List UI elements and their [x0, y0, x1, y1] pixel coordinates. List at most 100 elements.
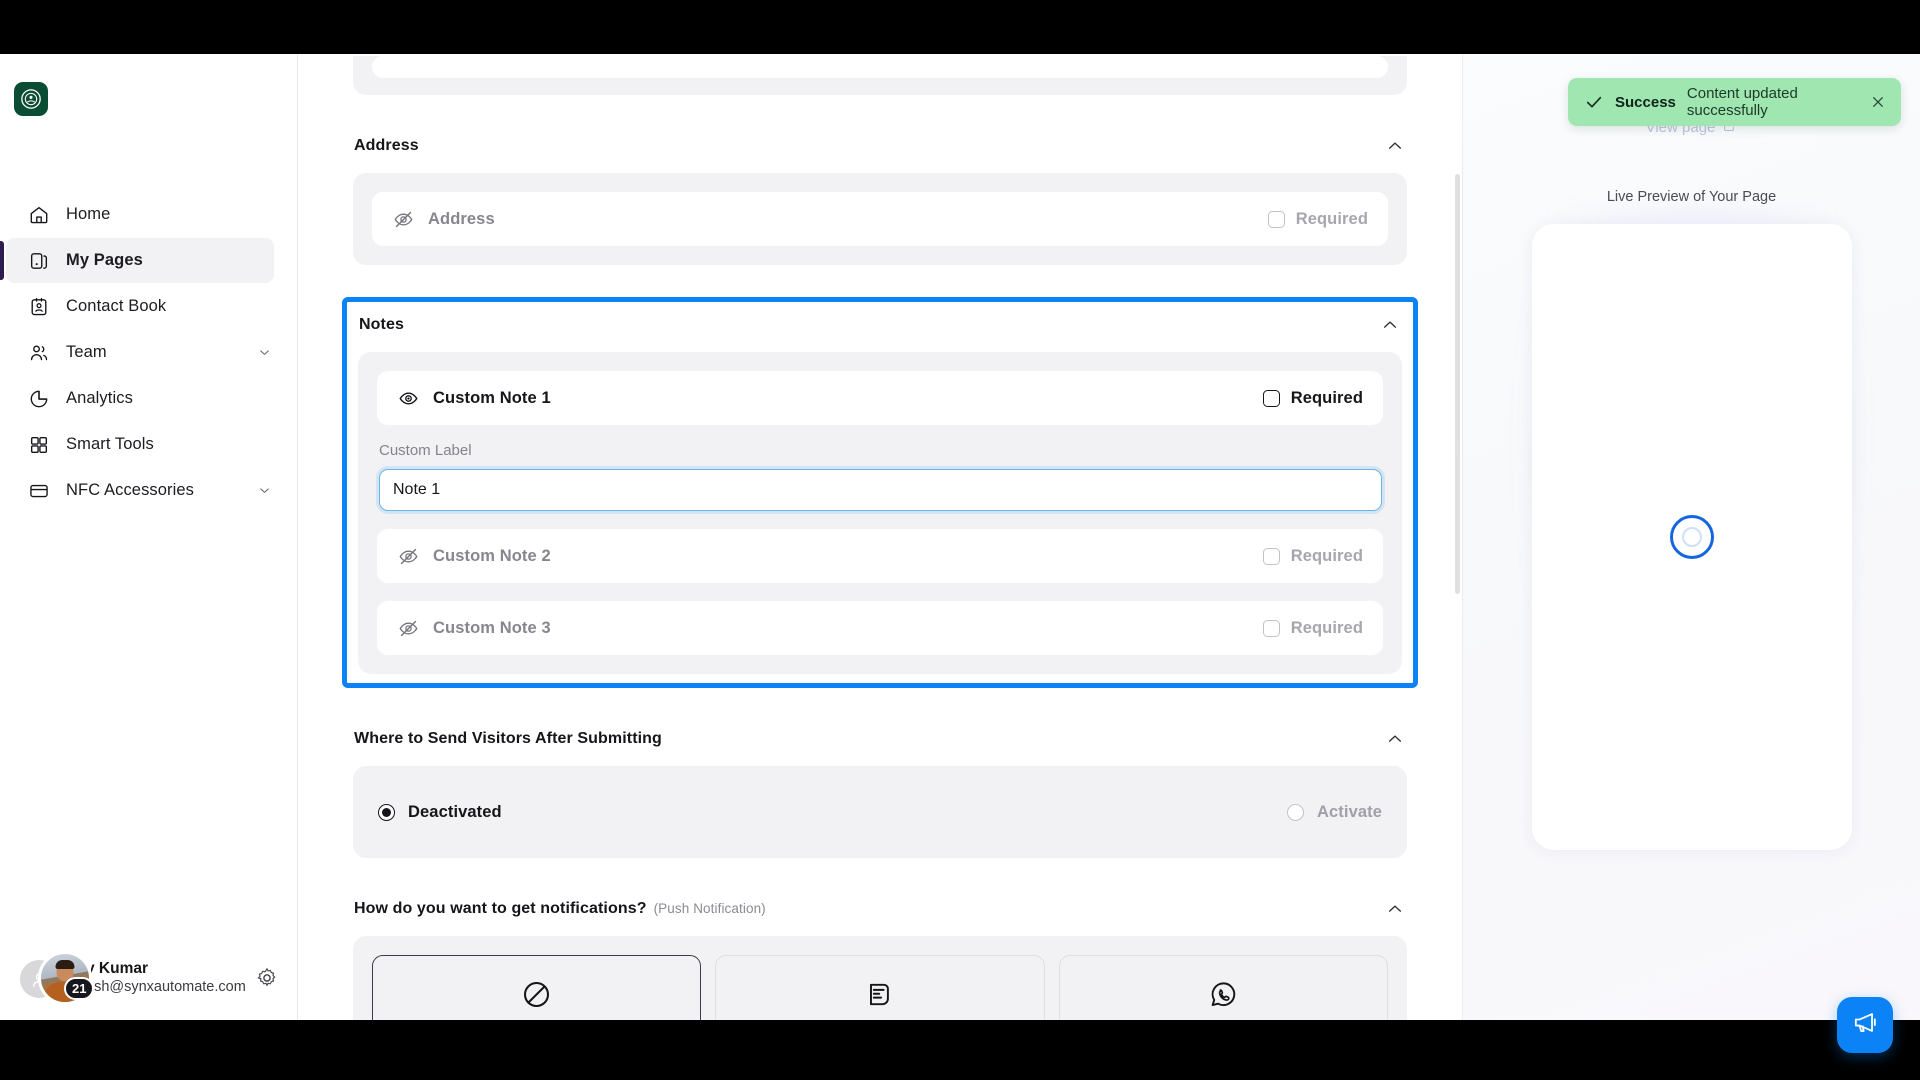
- section-notes-body: Custom Note 1 Required Custom Label Note…: [358, 352, 1402, 674]
- custom-label-input[interactable]: [379, 469, 1382, 511]
- section-notifications: How do you want to get notifications? (Pu…: [353, 898, 1407, 1020]
- radio-label: Activate: [1317, 802, 1382, 821]
- close-icon[interactable]: [1870, 94, 1886, 110]
- preview-phone-frame: [1531, 224, 1852, 850]
- success-toast[interactable]: Success Content updated successfully: [1568, 78, 1901, 126]
- section-redirect: Where to Send Visitors After Submitting …: [353, 728, 1407, 858]
- previous-section-partial: [353, 56, 1407, 95]
- section-address-header[interactable]: Address: [353, 135, 1407, 157]
- sidebar-item-home[interactable]: Home: [6, 192, 274, 237]
- radio-selected-icon[interactable]: [378, 803, 395, 821]
- section-notifications-body: Deactivated Email: [353, 936, 1407, 1020]
- eye-off-icon[interactable]: [393, 209, 414, 230]
- redirect-options: Deactivated Activate: [372, 785, 1388, 839]
- required-label: Required: [1295, 209, 1368, 228]
- avatar[interactable]: 21: [20, 951, 95, 1005]
- sidebar-nav: Home My Pages Contact Book Team Analytic…: [0, 192, 298, 513]
- field-row-custom-note-3[interactable]: Custom Note 3 Required: [377, 601, 1383, 655]
- chevron-down-icon[interactable]: [257, 483, 272, 498]
- app-viewport: Home My Pages Contact Book Team Analytic…: [0, 54, 1920, 1020]
- nfc-card-icon: [28, 480, 50, 502]
- sidebar-item-analytics[interactable]: Analytics: [6, 376, 274, 421]
- radio-label: Deactivated: [408, 802, 502, 821]
- sidebar-item-nfc-accessories[interactable]: NFC Accessories: [6, 468, 274, 513]
- sidebar-item-label: Analytics: [66, 389, 133, 407]
- eye-off-icon[interactable]: [398, 618, 419, 639]
- no-entry-icon: [521, 979, 552, 1010]
- main-scrollbar[interactable]: [1455, 174, 1460, 594]
- field-row-custom-note-1[interactable]: Custom Note 1 Required: [377, 371, 1383, 425]
- profile-email: ash@synxautomate.com: [86, 979, 246, 996]
- section-title: How do you want to get notifications? (Pu…: [354, 900, 766, 918]
- tile-deactivated[interactable]: Deactivated: [372, 955, 702, 1020]
- section-title: Address: [354, 137, 419, 154]
- custom-label-group: Custom Label: [377, 425, 1383, 511]
- eye-off-icon[interactable]: [398, 546, 419, 567]
- section-title-subtitle: (Push Notification): [653, 901, 766, 916]
- profile-name: y Kumar: [86, 959, 149, 977]
- radio-unselected-icon[interactable]: [1287, 803, 1304, 821]
- sidebar-item-smart-tools[interactable]: Smart Tools: [6, 422, 274, 467]
- tile-email[interactable]: Email: [715, 955, 1045, 1020]
- toast-status: Success: [1615, 93, 1676, 111]
- highlight-outline-notes: Notes Custom Note 1 Required Custom Labe…: [342, 297, 1418, 688]
- chevron-up-icon[interactable]: [1385, 729, 1405, 749]
- required-toggle-custom-note-3[interactable]: Required: [1262, 618, 1363, 638]
- notification-badge[interactable]: 21: [64, 977, 95, 1000]
- section-notes: Notes Custom Note 1 Required Custom Labe…: [358, 314, 1402, 674]
- sidebar-item-team[interactable]: Team: [6, 330, 274, 375]
- eye-icon[interactable]: [398, 388, 419, 409]
- announcement-fab[interactable]: [1837, 997, 1893, 1053]
- chevron-up-icon[interactable]: [1385, 136, 1405, 156]
- field-label: Custom Note 1: [433, 388, 551, 407]
- checkbox-icon[interactable]: [1262, 389, 1280, 407]
- sidebar-item-contact-book[interactable]: Contact Book: [6, 284, 274, 329]
- required-toggle-custom-note-2[interactable]: Required: [1262, 547, 1363, 566]
- sidebar-item-label: NFC Accessories: [66, 481, 195, 499]
- checkbox-icon[interactable]: [1262, 547, 1280, 565]
- required-label: Required: [1290, 618, 1363, 637]
- section-title: Notes: [359, 316, 404, 333]
- section-notifications-header[interactable]: How do you want to get notifications? (Pu…: [353, 898, 1407, 920]
- tile-whatsapp[interactable]: WhatsApp: [1058, 955, 1388, 1020]
- sidebar-profile[interactable]: 21 y Kumar ash@synxautomate.com: [0, 936, 297, 1020]
- field-label: Custom Note 2: [433, 546, 551, 565]
- required-toggle-address[interactable]: Required: [1267, 209, 1368, 229]
- required-toggle-custom-note-1[interactable]: Required: [1262, 389, 1363, 408]
- section-redirect-body: Deactivated Activate: [353, 766, 1407, 858]
- sidebar: Home My Pages Contact Book Team Analytic…: [0, 54, 298, 1020]
- smart-tools-icon: [28, 434, 50, 456]
- custom-label-text: Custom Label: [379, 442, 472, 459]
- chevron-up-icon[interactable]: [1380, 315, 1400, 335]
- checkbox-icon[interactable]: [1267, 210, 1285, 228]
- brand-logo-icon[interactable]: [14, 82, 48, 116]
- field-row-address[interactable]: Address Required: [372, 192, 1388, 246]
- sidebar-item-label: Smart Tools: [66, 435, 154, 453]
- radio-activate[interactable]: Activate: [1287, 803, 1382, 822]
- main-content: Address Address Required Notes Custom No…: [298, 54, 1462, 1020]
- field-label: Address: [428, 209, 495, 228]
- section-notes-header[interactable]: Notes: [358, 314, 1402, 336]
- preview-caption: Live Preview of Your Page: [1606, 189, 1777, 205]
- contact-book-icon: [28, 296, 50, 318]
- sidebar-item-label: Home: [66, 205, 111, 223]
- field-row-custom-note-2[interactable]: Custom Note 2 Required: [377, 529, 1383, 583]
- sidebar-item-label: Contact Book: [66, 297, 167, 315]
- team-icon: [28, 342, 50, 364]
- sidebar-item-my-pages[interactable]: My Pages: [0, 238, 274, 283]
- profile-text: y Kumar ash@synxautomate.com: [86, 959, 255, 997]
- section-redirect-header[interactable]: Where to Send Visitors After Submitting: [353, 728, 1407, 750]
- checkbox-icon[interactable]: [1262, 619, 1280, 637]
- toast-message: Content updated successfully: [1686, 85, 1798, 119]
- analytics-icon: [28, 388, 50, 410]
- field-label: Custom Note 3: [433, 618, 551, 637]
- radio-deactivated[interactable]: Deactivated: [378, 803, 502, 822]
- home-icon: [28, 204, 50, 226]
- chevron-down-icon[interactable]: [257, 345, 272, 360]
- chevron-up-icon[interactable]: [1385, 899, 1405, 919]
- live-preview-panel: View page Live Preview of Your Page: [1462, 54, 1920, 1020]
- gear-icon[interactable]: [255, 966, 279, 990]
- sidebar-item-label: My Pages: [66, 251, 143, 269]
- megaphone-icon: [1852, 1009, 1879, 1041]
- section-title-text: How do you want to get notifications?: [354, 900, 647, 917]
